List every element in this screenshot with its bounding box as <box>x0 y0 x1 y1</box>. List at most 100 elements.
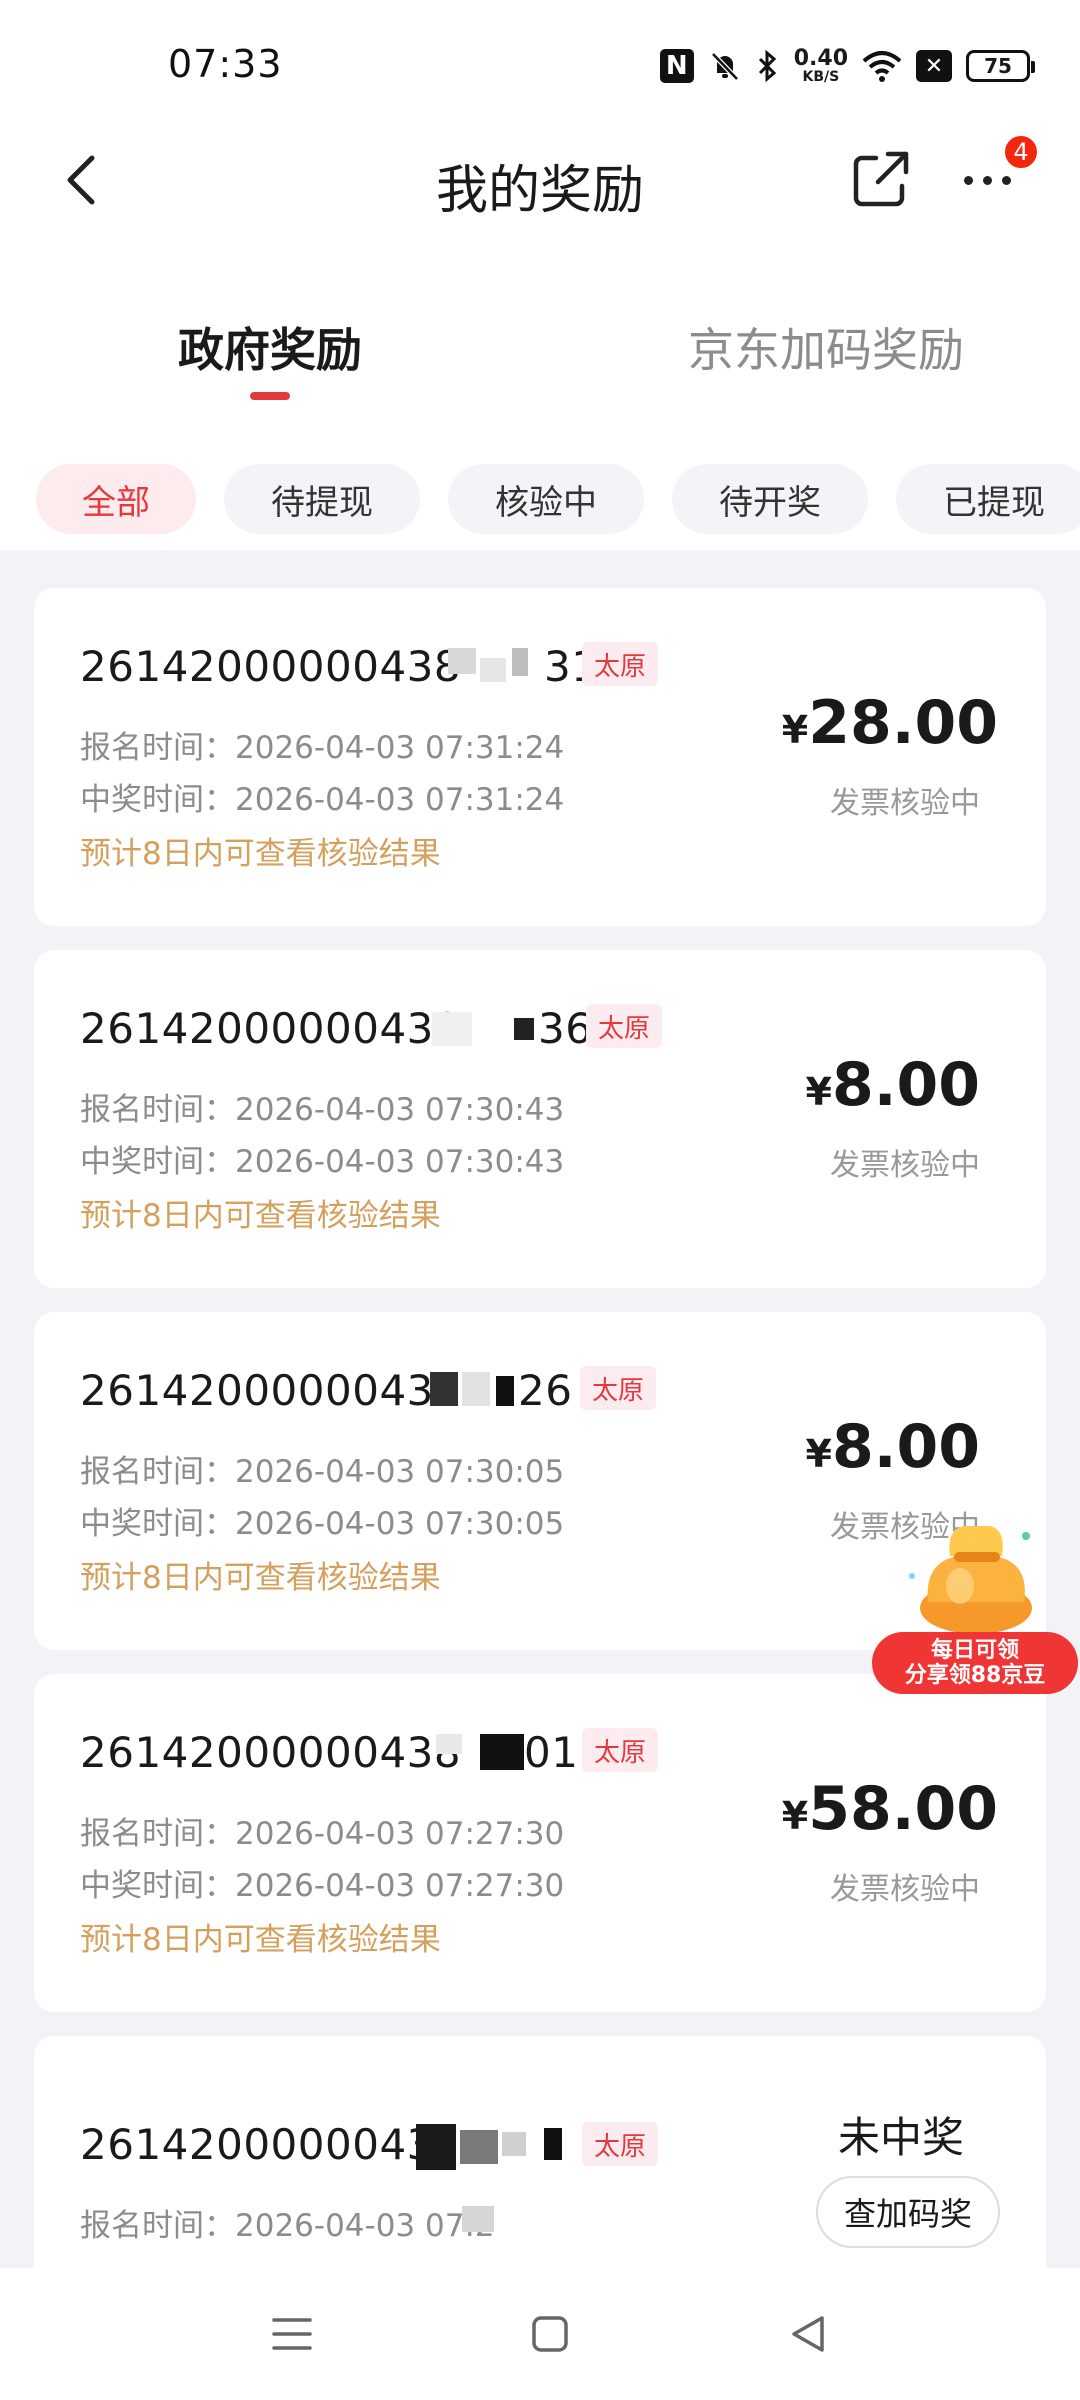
redaction-mosaic <box>432 1012 472 1046</box>
promo-line-2: 分享领88京豆 <box>904 1663 1046 1688</box>
signup-time-value: 2026-04-03 07:27:30 <box>235 1816 565 1852</box>
win-time-value: 2026-04-03 07:27:30 <box>235 1868 565 1904</box>
reward-type-tabs: 政府奖励 京东加码奖励 <box>0 300 1080 410</box>
check-bonus-button[interactable]: 查加码奖 <box>816 2176 1000 2248</box>
redaction-mosaic <box>544 2128 562 2160</box>
filter-chip-all[interactable]: 全部 <box>36 464 196 534</box>
network-speed-value: 0.40 <box>793 46 848 71</box>
redaction-mosaic <box>480 1734 524 1770</box>
amount-value: 58.00 <box>808 1774 998 1844</box>
reward-record-card[interactable]: 26142000000438 31 太原 报名时间：2026-04-03 07:… <box>34 588 1046 926</box>
redaction-mosaic <box>496 1376 514 1406</box>
verification-status: 发票核验中 <box>830 786 980 821</box>
menu-icon <box>272 2318 312 2350</box>
promo-label: 每日可领 分享领88京豆 <box>872 1632 1078 1694</box>
recent-apps-button[interactable] <box>256 2298 328 2370</box>
filter-chip-withdrawn[interactable]: 已提现 <box>896 464 1080 534</box>
signup-time-row: 报名时间：2026-04-03 07:27:30 <box>80 1808 564 1853</box>
filter-chip-verifying[interactable]: 核验中 <box>448 464 644 534</box>
verification-status: 发票核验中 <box>830 1872 980 1907</box>
reward-amount: ¥8.00 <box>806 1412 981 1482</box>
system-back-button[interactable] <box>772 2298 844 2370</box>
win-time-value: 2026-04-03 07:30:05 <box>235 1506 565 1542</box>
signup-time-label: 报名时间： <box>80 1816 235 1852</box>
amount-value: 8.00 <box>831 1050 980 1120</box>
redaction-mosaic <box>514 1018 534 1040</box>
notification-x-icon: ✕ <box>916 50 952 82</box>
navigation-header: 我的奖励 <box>0 120 1080 240</box>
nfc-icon: N <box>659 49 694 83</box>
redaction-mosaic <box>512 648 528 676</box>
city-tag: 太原 <box>582 642 659 686</box>
filter-chip-pending-draw[interactable]: 待开奖 <box>672 464 868 534</box>
order-number-prefix: 26142000000438 <box>80 1004 462 1053</box>
tab-government-reward[interactable]: 政府奖励 <box>178 314 362 380</box>
mute-bell-icon <box>710 52 739 81</box>
currency-symbol: ¥ <box>805 1432 832 1476</box>
tab-jd-bonus-reward[interactable]: 京东加码奖励 <box>688 314 964 380</box>
signup-time-row: 报名时间：2026-04-03 07:30:05 <box>80 1446 564 1491</box>
bluetooth-icon <box>758 49 776 83</box>
more-dot <box>1001 175 1011 185</box>
win-time-label: 中奖时间： <box>80 1144 235 1180</box>
battery-icon: 75 <box>966 50 1035 82</box>
win-time-label: 中奖时间： <box>80 782 235 818</box>
win-time-row: 中奖时间：2026-04-03 07:27:30 <box>80 1860 564 1905</box>
win-time-row: 中奖时间：2026-04-03 07:30:05 <box>80 1498 564 1543</box>
status-time: 07:33 <box>168 42 283 86</box>
home-button[interactable] <box>514 2298 586 2370</box>
more-dot <box>963 175 973 185</box>
signup-time-value: 2026-04-03 07:30:05 <box>235 1454 565 1490</box>
amount-value: 28.00 <box>808 688 998 758</box>
win-time-row: 中奖时间：2026-04-03 07:30:43 <box>80 1136 564 1181</box>
active-tab-indicator <box>250 392 290 400</box>
redaction-mosaic <box>502 2132 526 2156</box>
redaction-mosaic <box>460 2130 498 2164</box>
signup-time-value: 2026-04-03 07:31:24 <box>235 730 565 766</box>
gold-bag-icon <box>909 1526 1032 1634</box>
no-win-result: 未中奖 <box>837 2113 964 2162</box>
reward-amount: ¥8.00 <box>806 1050 981 1120</box>
redaction-mosaic <box>462 2206 494 2232</box>
order-number-prefix: 26142000000438 <box>80 642 462 691</box>
filter-chip-pending-withdraw[interactable]: 待提现 <box>224 464 420 534</box>
daily-promo-float[interactable]: 每日可领 分享领88京豆 <box>872 1516 1080 1694</box>
system-navigation-bar <box>0 2268 1080 2400</box>
redaction-mosaic <box>462 1372 490 1406</box>
redaction-mosaic <box>436 1734 462 1754</box>
win-time-value: 2026-04-03 07:31:24 <box>235 782 565 818</box>
city-tag: 太原 <box>586 1004 663 1048</box>
signup-time-label: 报名时间： <box>80 2208 235 2244</box>
redaction-mosaic <box>448 648 476 674</box>
wifi-icon <box>862 51 902 82</box>
win-time-label: 中奖时间： <box>80 1868 235 1904</box>
order-number-prefix: 2614200000043 <box>80 2120 434 2169</box>
reward-record-card[interactable]: 26142000000438 01 太原 报名时间：2026-04-03 07:… <box>34 1674 1046 2012</box>
order-number-prefix: 26142000000438 <box>80 1728 462 1777</box>
square-home-icon <box>532 2316 568 2352</box>
reward-record-card[interactable]: 26142000000438 36 太原 报名时间：2026-04-03 07:… <box>34 950 1046 1288</box>
city-tag: 太原 <box>582 1728 659 1772</box>
network-speed: 0.40 KB/S <box>793 46 848 85</box>
share-button[interactable] <box>846 146 914 214</box>
city-tag: 太原 <box>582 2122 659 2166</box>
network-speed-unit: KB/S <box>802 69 840 85</box>
order-number-suffix: 01 <box>524 1728 579 1777</box>
verification-hint: 预计8日内可查看核验结果 <box>80 836 441 872</box>
message-count-badge: 4 <box>1003 134 1039 170</box>
verification-hint: 预计8日内可查看核验结果 <box>80 1198 441 1234</box>
verification-hint: 预计8日内可查看核验结果 <box>80 1560 441 1596</box>
verification-hint: 预计8日内可查看核验结果 <box>80 1922 441 1958</box>
signup-time-value: 2026-04-03 07:30:43 <box>235 1092 565 1128</box>
signup-time-label: 报名时间： <box>80 1454 235 1490</box>
signup-time-value: 2026-04-03 07:2 <box>235 2208 495 2244</box>
currency-symbol: ¥ <box>781 1794 809 1838</box>
order-number-suffix: 36 <box>538 1004 593 1053</box>
signup-time-row: 报名时间：2026-04-03 07:31:24 <box>80 722 564 767</box>
reward-amount: ¥28.00 <box>782 688 998 758</box>
signup-time-row: 报名时间：2026-04-03 07:2 <box>80 2200 495 2245</box>
currency-symbol: ¥ <box>805 1070 832 1114</box>
more-dot <box>982 175 992 185</box>
triangle-back-icon <box>792 2316 824 2352</box>
signup-time-label: 报名时间： <box>80 730 235 766</box>
